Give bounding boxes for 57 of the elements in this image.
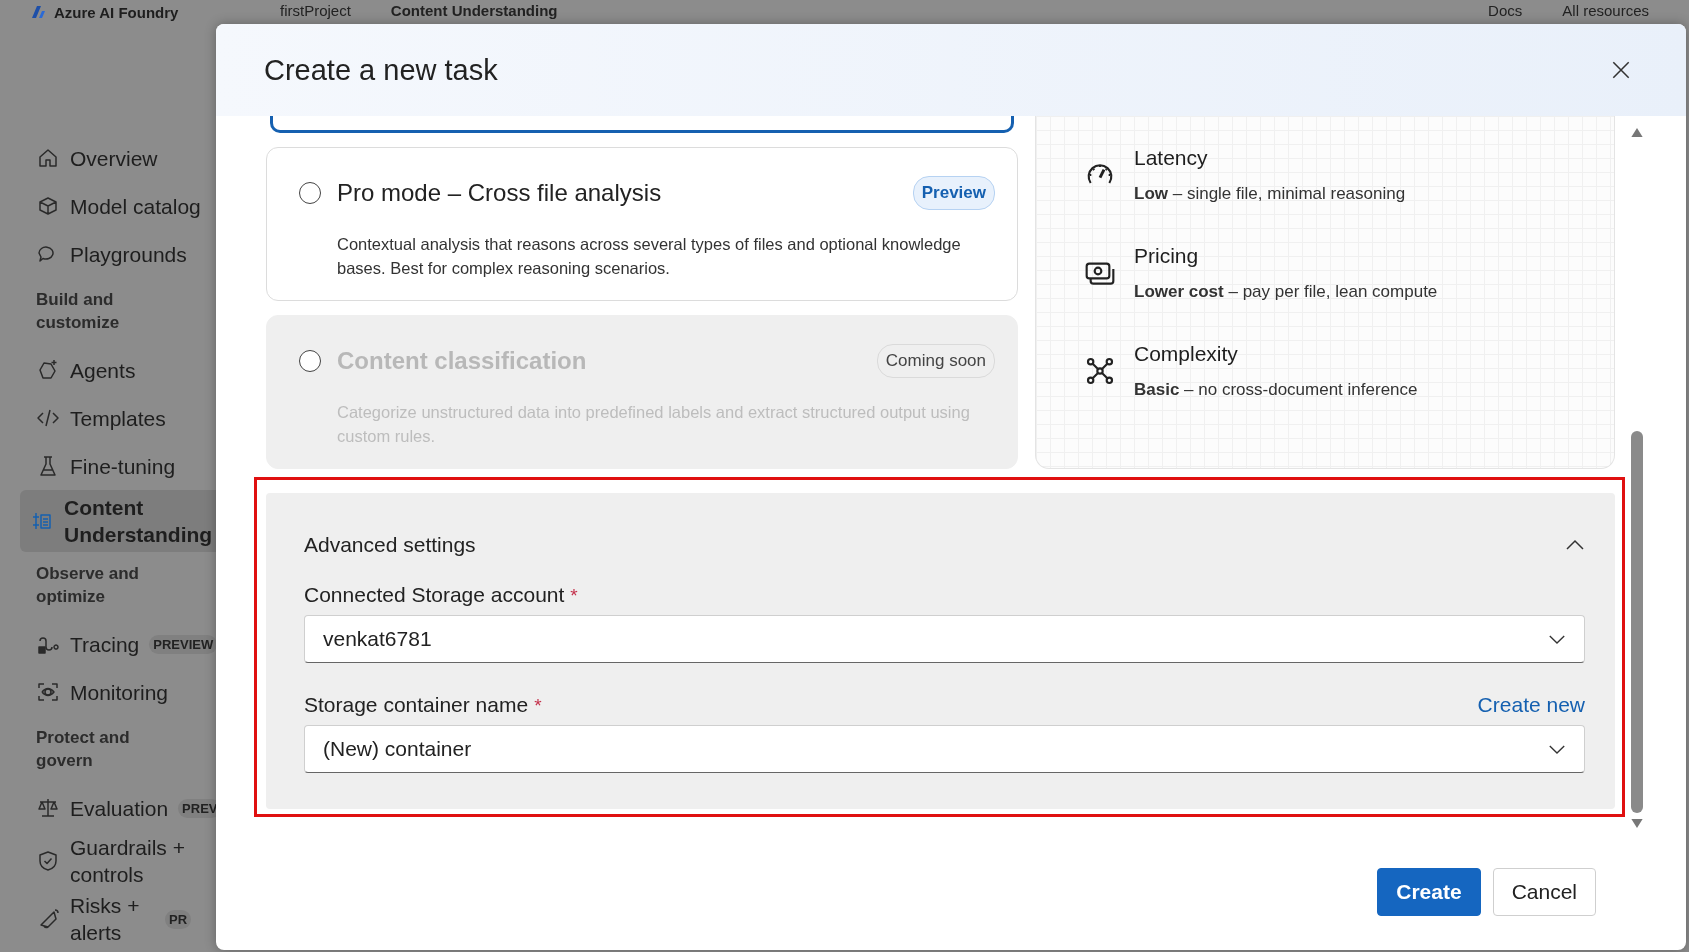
- nodes-icon: [1084, 355, 1116, 387]
- detail-title: Latency: [1134, 146, 1209, 170]
- detail-text: Low – single file, minimal reasoning: [1134, 184, 1406, 204]
- detail-title: Pricing: [1134, 244, 1200, 268]
- preview-tag: PR: [165, 909, 192, 929]
- status-tag: Coming soon: [876, 344, 995, 378]
- dialog-title: Create a new task: [264, 53, 498, 87]
- section-heading: Build and customize: [35, 289, 121, 334]
- home-icon: [36, 146, 60, 170]
- scroll-up-icon[interactable]: [1630, 128, 1643, 137]
- nav-item[interactable]: Fine-tuning: [20, 442, 230, 490]
- status-tag: Preview: [912, 176, 995, 210]
- section-heading: Observe and optimize: [35, 563, 140, 608]
- section-heading: Protect and govern: [35, 727, 131, 772]
- dropdown-field[interactable]: (New) container: [304, 725, 1585, 773]
- scale-icon: [36, 796, 60, 820]
- logo-icon: [30, 4, 46, 20]
- nav-item[interactable]: Risks + alerts PR: [20, 890, 230, 948]
- header-link[interactable]: Docs: [1488, 1, 1523, 19]
- detail-text: Basic – no cross-document inference: [1134, 380, 1418, 400]
- breadcrumb-current: Content Understanding: [390, 1, 558, 19]
- preview-tag: PREVIEW: [149, 634, 218, 654]
- scroll-down-icon[interactable]: [1630, 819, 1643, 828]
- chevron-icon[interactable]: [1565, 539, 1585, 551]
- field-label: Storage container name: [304, 693, 529, 717]
- shield-icon: [36, 849, 60, 873]
- nav-item[interactable]: Tracing PREVIEW: [20, 620, 230, 668]
- detail-title: Complexity: [1134, 342, 1239, 366]
- required-mark: *: [570, 585, 578, 607]
- option-description: Contextual analysis that reasons across several types of files and optional knowledge bases. Best for complex reasoning scenarios.: [337, 234, 962, 279]
- detail-text: Lower cost – pay per file, lean compute: [1134, 282, 1438, 302]
- nav-item[interactable]: Overview: [20, 134, 230, 182]
- agent-icon: [36, 358, 60, 382]
- section-title: Advanced settings: [304, 533, 476, 557]
- option-card[interactable]: Pro mode – Cross file analysis Preview Contextual analysis that reasons across several types of files and optional knowledge bases. Best for complex reasoning scenarios.: [266, 147, 1018, 301]
- cube-icon: [36, 194, 60, 218]
- option-card[interactable]: [270, 116, 1014, 133]
- cancel-button[interactable]: Cancel: [1492, 867, 1596, 916]
- create-new-link[interactable]: Create new: [1477, 693, 1585, 717]
- breadcrumb-link[interactable]: firstProject: [280, 1, 351, 19]
- create-button[interactable]: Create: [1377, 867, 1481, 916]
- dropdown-field[interactable]: venkat6781: [304, 615, 1585, 663]
- chevron-down-icon: [1548, 743, 1566, 755]
- monitor-icon: [36, 680, 60, 704]
- field-label: Connected Storage account: [304, 583, 565, 607]
- nav-item[interactable]: Playgrounds: [20, 230, 230, 278]
- option-title: Pro mode – Cross file analysis: [337, 179, 663, 207]
- header-link[interactable]: All resources: [1562, 1, 1649, 19]
- required-mark: *: [534, 695, 542, 717]
- nav-item[interactable]: Model catalog: [20, 182, 230, 230]
- nav-item[interactable]: Templates: [20, 394, 230, 442]
- brand-name: Azure AI Foundry: [54, 3, 179, 21]
- nav-item[interactable]: Monitoring: [20, 668, 230, 716]
- radio-button[interactable]: [299, 182, 321, 204]
- nav-item[interactable]: Guardrails + controls: [20, 832, 230, 890]
- nav-item[interactable]: Agents: [20, 346, 230, 394]
- chevron-down-icon: [1548, 633, 1566, 645]
